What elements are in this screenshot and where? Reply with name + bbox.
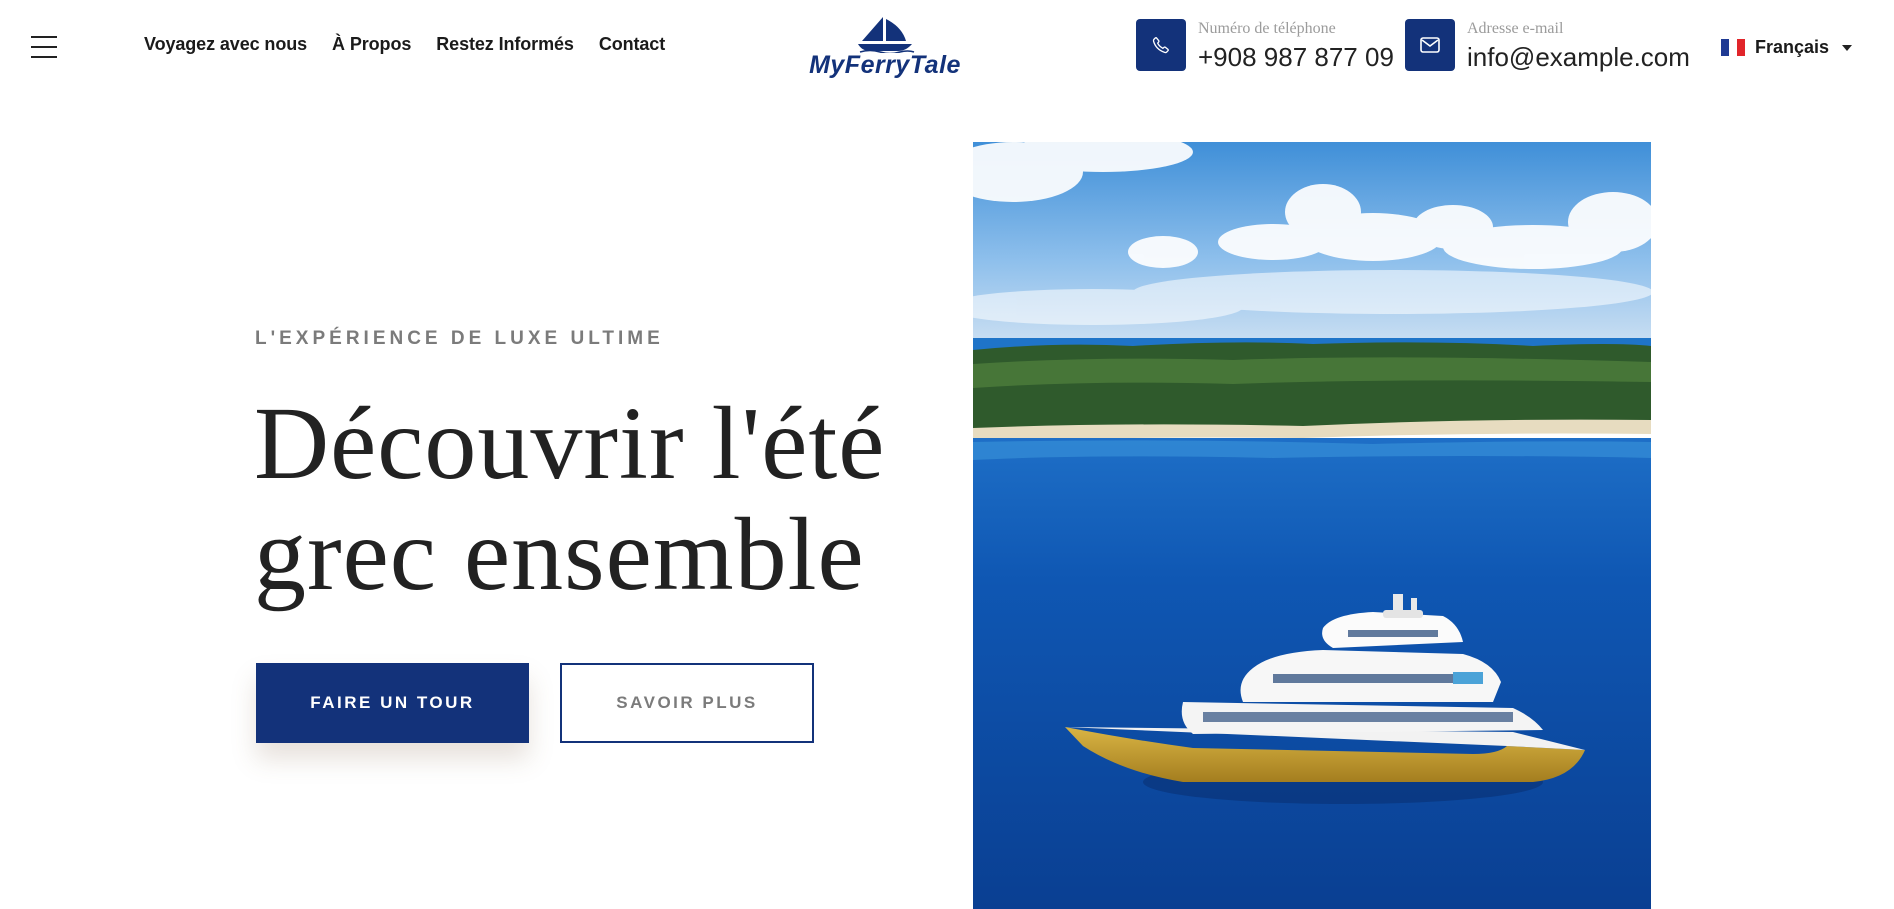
hero-headline: Découvrir l'été grec ensemble: [254, 388, 974, 610]
hero-headline-line-2: grec ensemble: [254, 497, 865, 612]
logo[interactable]: MyFerryTale: [790, 15, 980, 81]
sailboat-icon: [858, 17, 915, 55]
hamburger-menu-icon[interactable]: [31, 36, 57, 58]
phone-icon: [1136, 19, 1186, 71]
language-label: Français: [1755, 37, 1830, 57]
france-flag-icon: [1721, 39, 1745, 56]
phone-contact[interactable]: Numéro de téléphone +908 987 877 09: [1136, 19, 1394, 71]
take-tour-button[interactable]: FAIRE UN TOUR: [256, 663, 529, 743]
email-label: Adresse e-mail: [1467, 19, 1564, 37]
chevron-down-icon: [1842, 44, 1853, 51]
phone-label: Numéro de téléphone: [1198, 19, 1336, 37]
hero-headline-line-1: Découvrir l'été: [254, 386, 886, 501]
email-address: info@example.com: [1467, 41, 1690, 72]
main-nav: Voyagez avec nous À Propos Restez Inform…: [144, 34, 665, 55]
page: Voyagez avec nous À Propos Restez Inform…: [0, 0, 1894, 909]
learn-more-button[interactable]: SAVOIR PLUS: [560, 663, 814, 743]
hero-eyebrow: L'EXPÉRIENCE DE LUXE ULTIME: [255, 328, 664, 349]
nav-link-about[interactable]: À Propos: [332, 34, 411, 55]
yacht-near-tropical-island-photo: [973, 142, 1651, 909]
logo-text: MyFerryTale: [809, 51, 961, 79]
email-contact[interactable]: Adresse e-mail info@example.com: [1405, 19, 1690, 71]
nav-link-contact[interactable]: Contact: [599, 34, 665, 55]
nav-link-travel[interactable]: Voyagez avec nous: [144, 34, 307, 55]
phone-number: +908 987 877 09: [1198, 41, 1394, 72]
envelope-icon: [1405, 19, 1455, 71]
language-selector[interactable]: Français: [1721, 37, 1853, 58]
nav-link-news[interactable]: Restez Informés: [436, 34, 574, 55]
